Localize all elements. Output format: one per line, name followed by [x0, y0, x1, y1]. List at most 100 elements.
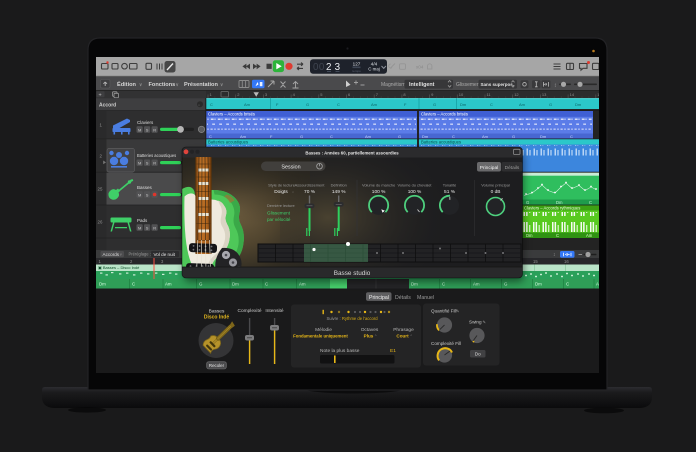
- svg-text:C maj: C maj: [368, 67, 379, 72]
- svg-text:Quantifié Fill: Quantifié Fill: [431, 309, 457, 314]
- svg-text:Am: Am: [371, 102, 378, 107]
- svg-text:C: C: [265, 282, 268, 287]
- svg-text:Détails: Détails: [505, 165, 520, 171]
- svg-text:Am: Am: [473, 282, 480, 287]
- svg-text:70 %: 70 %: [304, 189, 316, 195]
- svg-text:Assourdissement: Assourdissement: [295, 183, 326, 188]
- svg-text:∨: ∨: [220, 82, 223, 87]
- svg-text:Basses : Années 60, partiellem: Basses : Années 60, partiellement assour…: [305, 151, 399, 156]
- svg-text:Am: Am: [299, 282, 306, 287]
- svg-text:Accords: Accords: [103, 252, 120, 257]
- svg-text:S: S: [146, 161, 149, 166]
- svg-text:Recoler: Recoler: [209, 363, 225, 368]
- svg-text:Principal: Principal: [369, 295, 389, 301]
- svg-text:00: 00: [313, 62, 325, 73]
- svg-text:100 %: 100 %: [372, 189, 386, 195]
- svg-text:13: 13: [542, 92, 547, 97]
- svg-text:Am: Am: [586, 233, 593, 238]
- svg-text:Batteries acoustiques: Batteries acoustiques: [208, 139, 248, 144]
- svg-text:Complexité Fill: Complexité Fill: [431, 341, 461, 346]
- svg-text:Dm: Dm: [411, 282, 418, 287]
- svg-text:15: 15: [533, 259, 538, 264]
- svg-text:Dm: Dm: [535, 282, 542, 287]
- svg-text:Basse studio: Basse studio: [334, 270, 371, 277]
- svg-text:M: M: [138, 192, 141, 197]
- svg-text:R: R: [153, 225, 156, 230]
- svg-text:C: C: [566, 282, 569, 287]
- svg-text:x04: x04: [416, 65, 424, 70]
- svg-text:Claviers – Accords brisés: Claviers – Accords brisés: [208, 112, 255, 117]
- svg-text:Note la plus basse: Note la plus basse: [320, 348, 360, 354]
- svg-text:C: C: [589, 200, 592, 205]
- svg-text:Am: Am: [482, 134, 489, 139]
- svg-text:Complexité: Complexité: [238, 308, 262, 314]
- svg-text:M: M: [138, 225, 141, 230]
- svg-text:Am: Am: [519, 102, 526, 107]
- svg-text:Claviers – Accords brisés: Claviers – Accords brisés: [421, 112, 468, 117]
- svg-text:C: C: [570, 134, 573, 139]
- svg-text:25: 25: [98, 187, 103, 192]
- svg-text:M: M: [138, 161, 141, 166]
- svg-text:Court: Court: [396, 333, 409, 338]
- svg-text:+: +: [99, 92, 102, 98]
- svg-text:4/4: 4/4: [371, 61, 378, 66]
- svg-text:C: C: [210, 102, 213, 107]
- svg-text:10: 10: [459, 92, 464, 97]
- svg-text:↕: ↕: [553, 252, 556, 258]
- svg-text:Volume du manche: Volume du manche: [362, 183, 395, 188]
- svg-text:Claviers – Accords rythmiques: Claviers – Accords rythmiques: [524, 205, 580, 210]
- svg-text:G: G: [433, 102, 436, 107]
- svg-text:⌃: ⌃: [346, 334, 349, 338]
- svg-text:149 %: 149 %: [332, 189, 346, 195]
- svg-text:par vélocité: par vélocité: [267, 217, 291, 222]
- svg-text:Batteries acoustiques: Batteries acoustiques: [137, 153, 176, 158]
- svg-text:Phrasage: Phrasage: [393, 327, 414, 333]
- svg-text:0 dB: 0 dB: [491, 189, 501, 195]
- svg-text:14: 14: [570, 92, 575, 97]
- svg-text:Fondamentale uniquement: Fondamentale uniquement: [293, 333, 348, 338]
- svg-text:Mélodie: Mélodie: [315, 327, 332, 333]
- svg-text:Intelligent: Intelligent: [409, 82, 435, 88]
- svg-text:Sans superpos.: Sans superpos.: [481, 82, 515, 87]
- svg-text:Manuel: Manuel: [417, 295, 434, 301]
- svg-text:Détails: Détails: [395, 295, 411, 301]
- svg-text:C: C: [209, 134, 212, 139]
- svg-text:G: G: [504, 282, 508, 287]
- svg-text:∨: ∨: [176, 82, 179, 87]
- svg-text:Dernière lecture: Dernière lecture: [267, 203, 295, 208]
- svg-text:✎: ✎: [483, 320, 486, 324]
- svg-text:G: G: [398, 134, 401, 139]
- svg-text:Dm: Dm: [422, 134, 429, 139]
- svg-text:Présentation: Présentation: [184, 82, 218, 88]
- svg-text:Am: Am: [244, 102, 251, 107]
- svg-text:12: 12: [514, 92, 519, 97]
- svg-text:C: C: [442, 282, 445, 287]
- svg-text:Vol de nuit: Vol de nuit: [154, 252, 176, 257]
- svg-text:Basses: Basses: [137, 185, 153, 190]
- svg-text:Fonctions: Fonctions: [149, 82, 176, 88]
- svg-text:C: C: [490, 102, 493, 107]
- svg-text:Principal: Principal: [480, 165, 498, 171]
- svg-text:tempo: tempo: [352, 69, 361, 73]
- svg-text:▣ Basses – Disco Indé: ▣ Basses – Disco Indé: [98, 265, 140, 270]
- svg-text:S: S: [146, 192, 149, 197]
- svg-text:Am: Am: [240, 134, 247, 139]
- svg-text:26: 26: [98, 220, 103, 225]
- svg-text:G: G: [306, 102, 309, 107]
- svg-text:⌃: ⌃: [410, 334, 413, 338]
- svg-text:Plus: Plus: [364, 333, 374, 338]
- svg-text:Dm: Dm: [540, 134, 547, 139]
- svg-text:100 %: 100 %: [408, 189, 422, 195]
- svg-text:16: 16: [564, 259, 569, 264]
- svg-text:G: G: [199, 282, 203, 287]
- svg-text:51 %: 51 %: [444, 189, 456, 195]
- svg-text:G: G: [300, 134, 303, 139]
- svg-text:R: R: [153, 161, 156, 166]
- svg-text:127: 127: [353, 61, 361, 66]
- svg-text:⌃: ⌃: [374, 334, 377, 338]
- svg-text:Dm: Dm: [232, 282, 239, 287]
- svg-text:M: M: [138, 127, 141, 132]
- svg-text:Édition: Édition: [117, 80, 137, 88]
- svg-text:✎: ✎: [456, 309, 459, 313]
- svg-text:Suivre : Rythme de l'accord: Suivre : Rythme de l'accord: [326, 316, 378, 321]
